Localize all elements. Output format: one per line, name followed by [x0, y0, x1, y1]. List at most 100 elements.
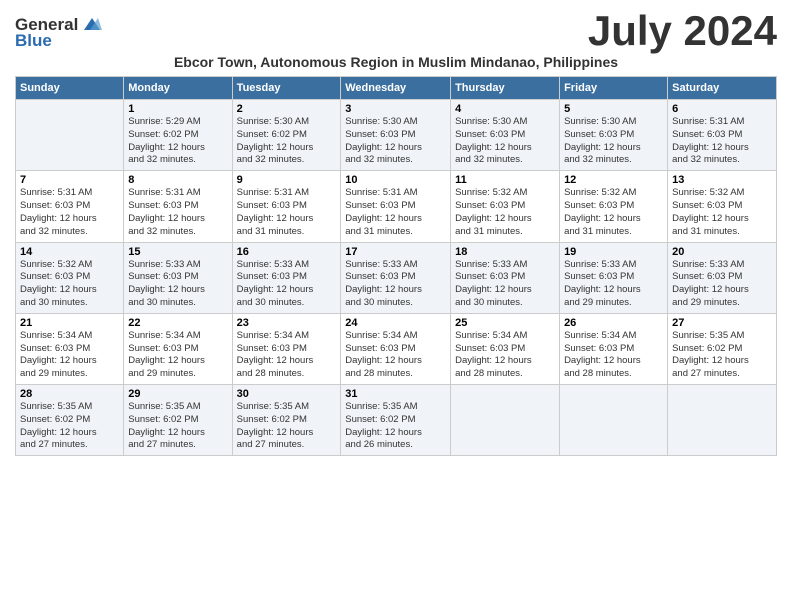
day-number: 21: [20, 317, 119, 329]
week-row-1: 1Sunrise: 5:29 AM Sunset: 6:02 PM Daylig…: [16, 100, 777, 171]
calendar-cell: 13Sunrise: 5:32 AM Sunset: 6:03 PM Dayli…: [668, 171, 777, 242]
calendar-cell: [16, 100, 124, 171]
week-row-5: 28Sunrise: 5:35 AM Sunset: 6:02 PM Dayli…: [16, 385, 777, 456]
calendar-cell: 8Sunrise: 5:31 AM Sunset: 6:03 PM Daylig…: [124, 171, 232, 242]
calendar-cell: 3Sunrise: 5:30 AM Sunset: 6:03 PM Daylig…: [341, 100, 451, 171]
month-title: July 2024: [588, 10, 777, 52]
calendar-cell: 7Sunrise: 5:31 AM Sunset: 6:03 PM Daylig…: [16, 171, 124, 242]
calendar-cell: 5Sunrise: 5:30 AM Sunset: 6:03 PM Daylig…: [560, 100, 668, 171]
day-number: 23: [237, 317, 337, 329]
day-number: 5: [564, 103, 663, 115]
calendar-cell: 6Sunrise: 5:31 AM Sunset: 6:03 PM Daylig…: [668, 100, 777, 171]
day-number: 22: [128, 317, 227, 329]
header-sunday: Sunday: [16, 77, 124, 100]
calendar-cell: [451, 385, 560, 456]
day-number: 30: [237, 388, 337, 400]
day-number: 7: [20, 174, 119, 186]
day-number: 17: [345, 246, 446, 258]
day-number: 4: [455, 103, 555, 115]
day-info: Sunrise: 5:33 AM Sunset: 6:03 PM Dayligh…: [128, 259, 227, 310]
day-number: 15: [128, 246, 227, 258]
logo: General Blue: [15, 15, 102, 51]
week-row-4: 21Sunrise: 5:34 AM Sunset: 6:03 PM Dayli…: [16, 313, 777, 384]
day-info: Sunrise: 5:35 AM Sunset: 6:02 PM Dayligh…: [20, 401, 119, 452]
week-row-3: 14Sunrise: 5:32 AM Sunset: 6:03 PM Dayli…: [16, 242, 777, 313]
calendar-cell: 30Sunrise: 5:35 AM Sunset: 6:02 PM Dayli…: [232, 385, 341, 456]
day-info: Sunrise: 5:34 AM Sunset: 6:03 PM Dayligh…: [20, 330, 119, 381]
calendar-cell: [668, 385, 777, 456]
calendar-header-row: SundayMondayTuesdayWednesdayThursdayFrid…: [16, 77, 777, 100]
subtitle: Ebcor Town, Autonomous Region in Muslim …: [15, 54, 777, 70]
calendar-cell: 17Sunrise: 5:33 AM Sunset: 6:03 PM Dayli…: [341, 242, 451, 313]
calendar-cell: 20Sunrise: 5:33 AM Sunset: 6:03 PM Dayli…: [668, 242, 777, 313]
day-number: 11: [455, 174, 555, 186]
calendar-cell: 27Sunrise: 5:35 AM Sunset: 6:02 PM Dayli…: [668, 313, 777, 384]
calendar-cell: 4Sunrise: 5:30 AM Sunset: 6:03 PM Daylig…: [451, 100, 560, 171]
day-number: 2: [237, 103, 337, 115]
calendar-cell: 11Sunrise: 5:32 AM Sunset: 6:03 PM Dayli…: [451, 171, 560, 242]
day-info: Sunrise: 5:30 AM Sunset: 6:03 PM Dayligh…: [455, 116, 555, 167]
day-number: 25: [455, 317, 555, 329]
day-info: Sunrise: 5:33 AM Sunset: 6:03 PM Dayligh…: [564, 259, 663, 310]
day-info: Sunrise: 5:35 AM Sunset: 6:02 PM Dayligh…: [345, 401, 446, 452]
day-number: 14: [20, 246, 119, 258]
day-info: Sunrise: 5:33 AM Sunset: 6:03 PM Dayligh…: [455, 259, 555, 310]
calendar-cell: 23Sunrise: 5:34 AM Sunset: 6:03 PM Dayli…: [232, 313, 341, 384]
calendar-cell: 16Sunrise: 5:33 AM Sunset: 6:03 PM Dayli…: [232, 242, 341, 313]
day-info: Sunrise: 5:35 AM Sunset: 6:02 PM Dayligh…: [672, 330, 772, 381]
day-number: 18: [455, 246, 555, 258]
calendar-cell: 26Sunrise: 5:34 AM Sunset: 6:03 PM Dayli…: [560, 313, 668, 384]
day-info: Sunrise: 5:33 AM Sunset: 6:03 PM Dayligh…: [237, 259, 337, 310]
day-info: Sunrise: 5:33 AM Sunset: 6:03 PM Dayligh…: [345, 259, 446, 310]
day-info: Sunrise: 5:30 AM Sunset: 6:03 PM Dayligh…: [564, 116, 663, 167]
calendar-cell: 1Sunrise: 5:29 AM Sunset: 6:02 PM Daylig…: [124, 100, 232, 171]
day-number: 3: [345, 103, 446, 115]
calendar-cell: [560, 385, 668, 456]
calendar-cell: 18Sunrise: 5:33 AM Sunset: 6:03 PM Dayli…: [451, 242, 560, 313]
calendar-cell: 15Sunrise: 5:33 AM Sunset: 6:03 PM Dayli…: [124, 242, 232, 313]
day-number: 1: [128, 103, 227, 115]
logo-blue: Blue: [15, 31, 52, 51]
calendar-cell: 22Sunrise: 5:34 AM Sunset: 6:03 PM Dayli…: [124, 313, 232, 384]
calendar-cell: 9Sunrise: 5:31 AM Sunset: 6:03 PM Daylig…: [232, 171, 341, 242]
day-number: 26: [564, 317, 663, 329]
calendar-cell: 24Sunrise: 5:34 AM Sunset: 6:03 PM Dayli…: [341, 313, 451, 384]
day-info: Sunrise: 5:31 AM Sunset: 6:03 PM Dayligh…: [237, 187, 337, 238]
day-number: 19: [564, 246, 663, 258]
day-number: 27: [672, 317, 772, 329]
header-saturday: Saturday: [668, 77, 777, 100]
week-row-2: 7 Sunrise: 5:31 AM Sunset: 6:03 PM Daylig…: [16, 171, 777, 242]
day-number: 24: [345, 317, 446, 329]
day-number: 12: [564, 174, 663, 186]
calendar-cell: 19Sunrise: 5:33 AM Sunset: 6:03 PM Dayli…: [560, 242, 668, 313]
day-info: Sunrise: 5:29 AM Sunset: 6:02 PM Dayligh…: [128, 116, 227, 167]
day-info: Sunrise: 5:30 AM Sunset: 6:03 PM Dayligh…: [345, 116, 446, 167]
calendar-cell: 10Sunrise: 5:31 AM Sunset: 6:03 PM Dayli…: [341, 171, 451, 242]
calendar-cell: 28Sunrise: 5:35 AM Sunset: 6:02 PM Dayli…: [16, 385, 124, 456]
header-monday: Monday: [124, 77, 232, 100]
day-info: Sunrise: 5:34 AM Sunset: 6:03 PM Dayligh…: [564, 330, 663, 381]
day-info: Sunrise: 5:32 AM Sunset: 6:03 PM Dayligh…: [455, 187, 555, 238]
calendar-cell: 14Sunrise: 5:32 AM Sunset: 6:03 PM Dayli…: [16, 242, 124, 313]
day-number: 28: [20, 388, 119, 400]
calendar-cell: 31Sunrise: 5:35 AM Sunset: 6:02 PM Dayli…: [341, 385, 451, 456]
day-info: Sunrise: 5:34 AM Sunset: 6:03 PM Dayligh…: [455, 330, 555, 381]
header-wednesday: Wednesday: [341, 77, 451, 100]
day-info: Sunrise: 5:33 AM Sunset: 6:03 PM Dayligh…: [672, 259, 772, 310]
header: General Blue July 2024: [15, 10, 777, 52]
day-info: Sunrise: 5:31 AM Sunset: 6:03 PM Dayligh…: [672, 116, 772, 167]
calendar-cell: 2Sunrise: 5:30 AM Sunset: 6:02 PM Daylig…: [232, 100, 341, 171]
logo-icon: [80, 16, 102, 34]
day-number: 9: [237, 174, 337, 186]
day-number: 10: [345, 174, 446, 186]
day-info: Sunrise: 5:32 AM Sunset: 6:03 PM Dayligh…: [564, 187, 663, 238]
day-info: Sunrise: 5:34 AM Sunset: 6:03 PM Dayligh…: [237, 330, 337, 381]
day-number: 16: [237, 246, 337, 258]
calendar-cell: 29Sunrise: 5:35 AM Sunset: 6:02 PM Dayli…: [124, 385, 232, 456]
header-thursday: Thursday: [451, 77, 560, 100]
day-info: Sunrise: 5:31 AM Sunset: 6:03 PM Dayligh…: [128, 187, 227, 238]
day-info: Sunrise: 5:31 AM Sunset: 6:03 PM Dayligh…: [345, 187, 446, 238]
day-info: Sunrise: 5:35 AM Sunset: 6:02 PM Dayligh…: [128, 401, 227, 452]
day-number: 31: [345, 388, 446, 400]
day-number: 13: [672, 174, 772, 186]
